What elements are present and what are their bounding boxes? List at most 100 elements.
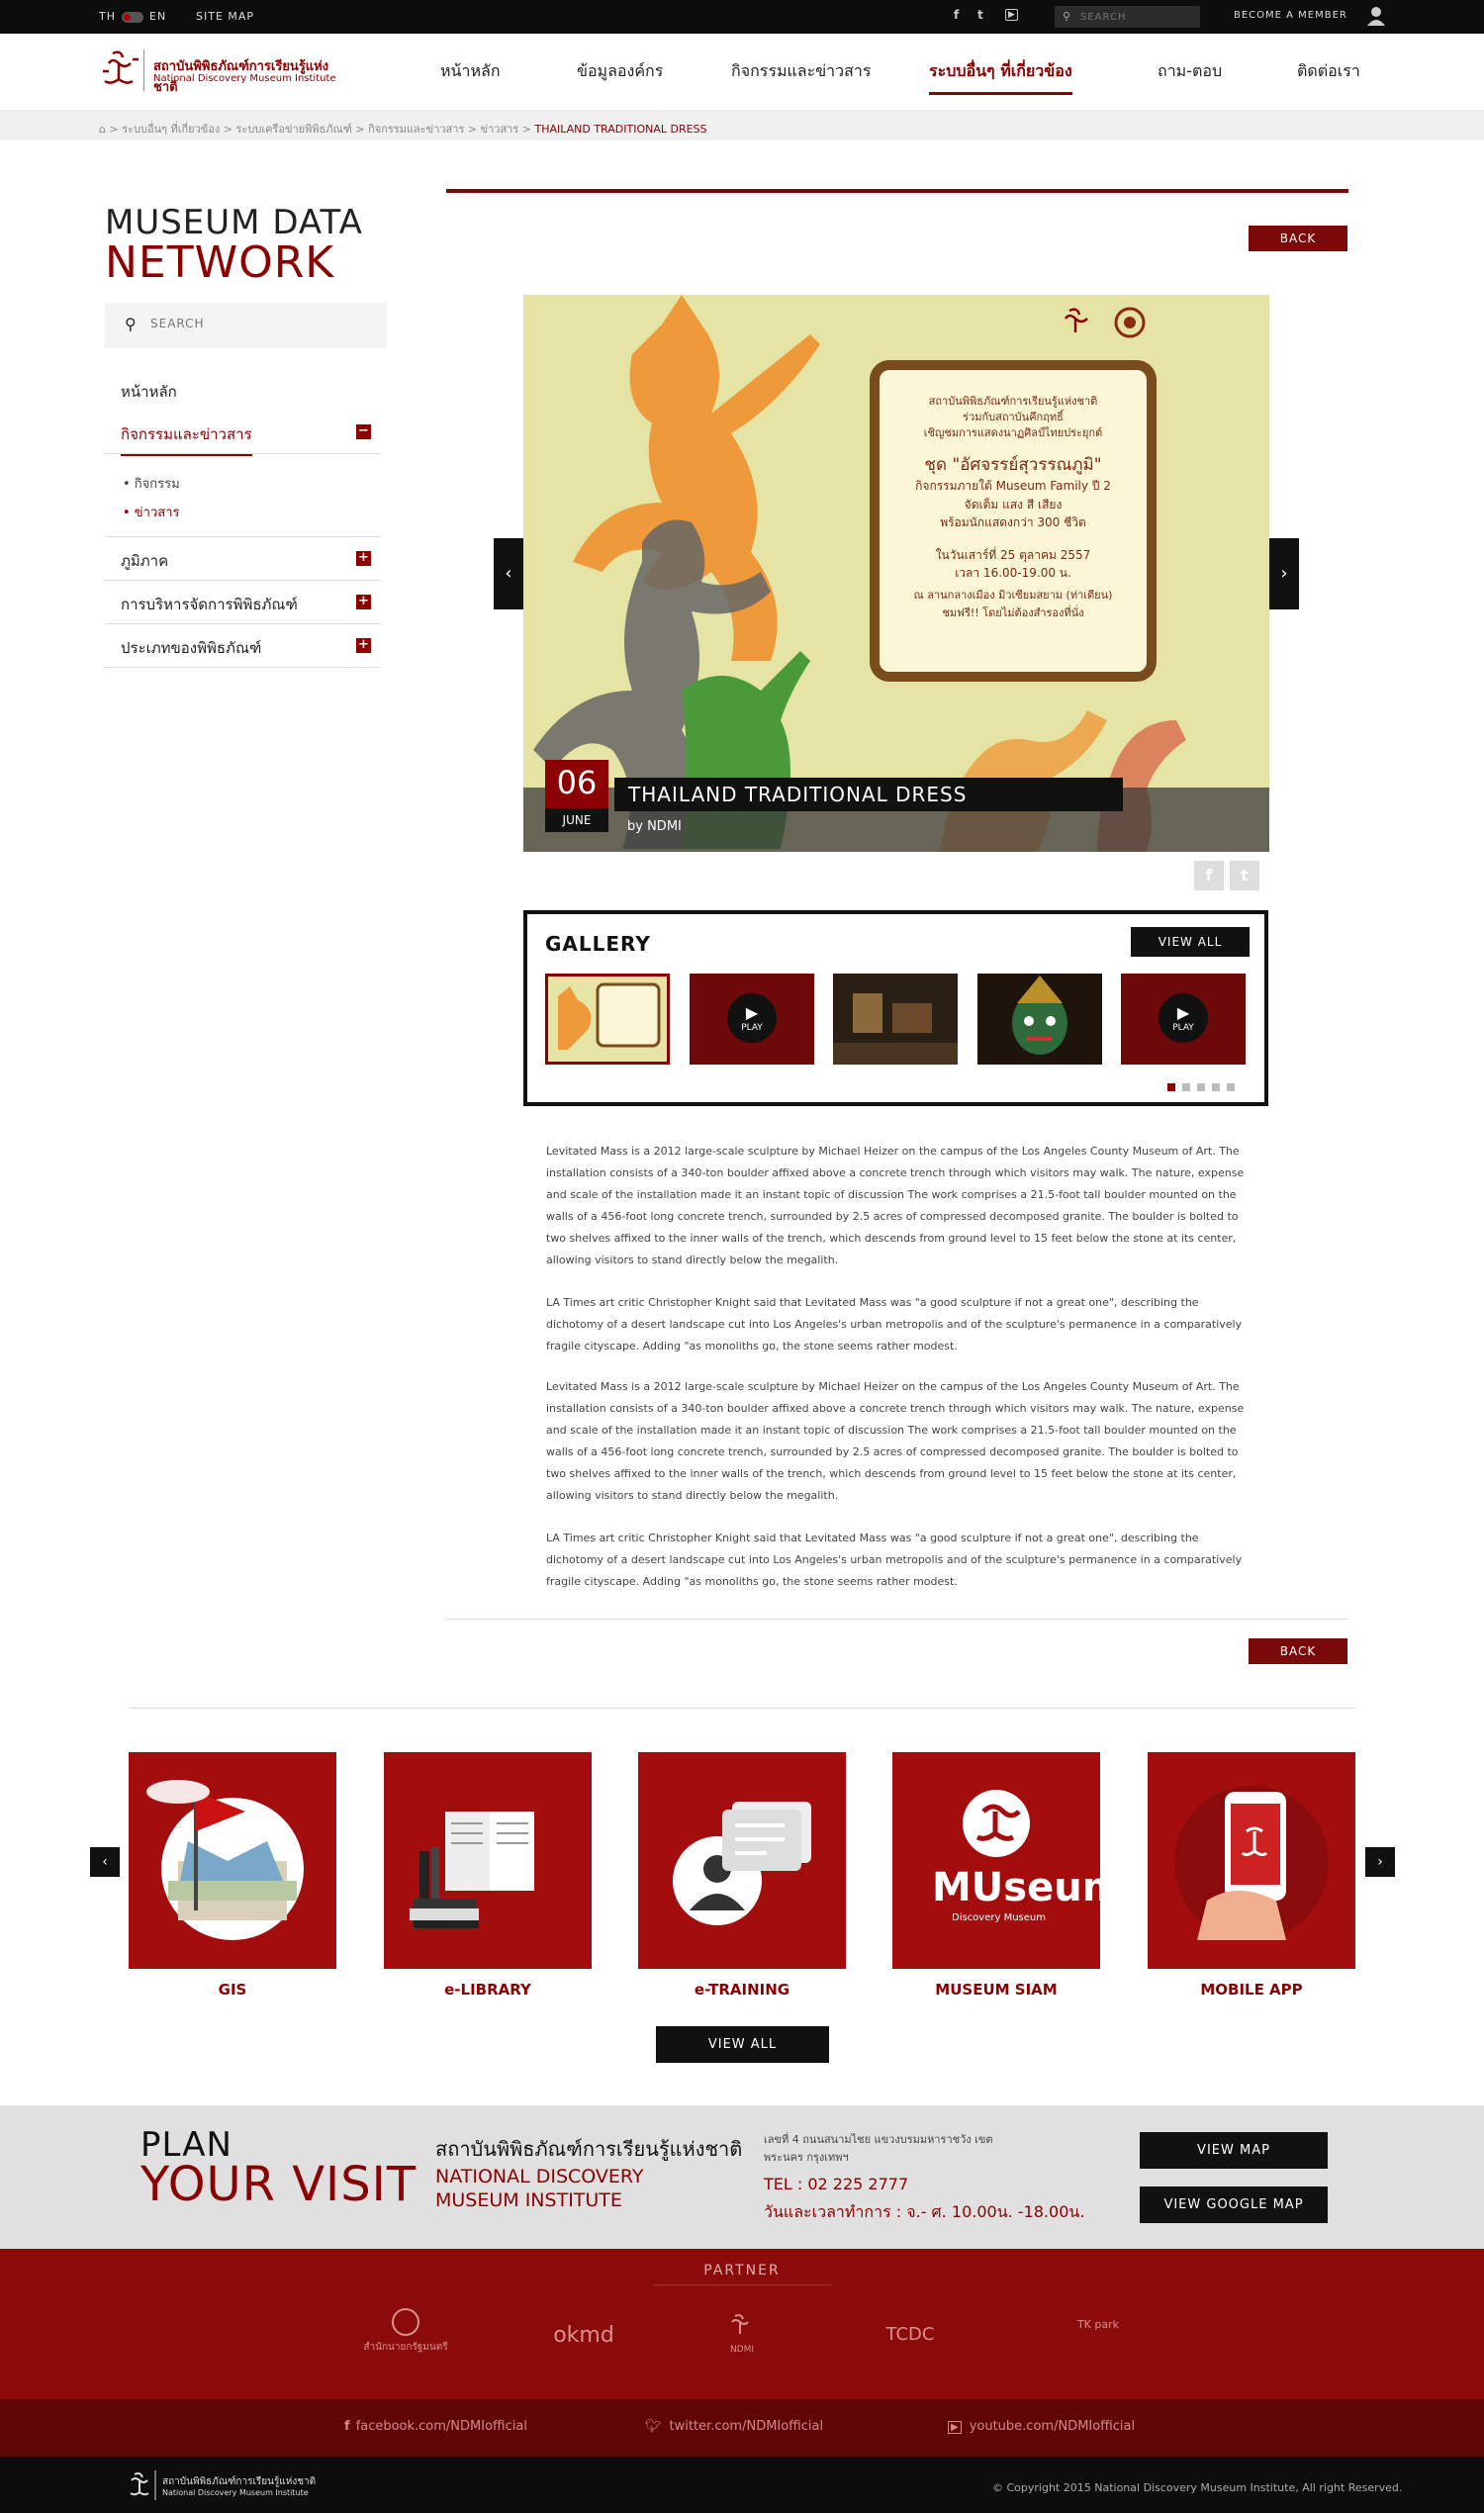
back-button-bottom[interactable]: BACK — [1249, 1638, 1347, 1664]
language-switch[interactable]: TH EN — [99, 10, 166, 23]
poster-line: กิจกรรมภายใต้ Museum Family ปี 2 — [915, 479, 1111, 493]
sidebar-item-label: ภูมิภาค — [121, 552, 169, 570]
tile-e-training[interactable] — [638, 1752, 846, 1969]
top-search[interactable]: ⚲ — [1055, 6, 1200, 28]
nav-related-systems[interactable]: ระบบอื่นๆ ที่เกี่ยวข้อง — [929, 59, 1072, 95]
tile-e-library[interactable] — [384, 1752, 592, 1969]
slider-next-arrow-icon[interactable]: › — [1269, 538, 1299, 609]
gallery-thumb[interactable] — [977, 974, 1102, 1065]
ndmi-logo[interactable]: สถาบันพิพิธภัณฑ์การเรียนรู้แห่งชาติ Nati… — [99, 46, 346, 95]
breadcrumb-item[interactable]: ข่าวสาร — [481, 123, 519, 136]
lang-toggle[interactable] — [122, 11, 143, 23]
slider-prev-arrow-icon[interactable]: ‹ — [494, 538, 523, 609]
sidebar-item-home[interactable]: หน้าหลัก — [105, 368, 381, 412]
plan-org-thai: สถาบันพิพิธภัณฑ์การเรียนรู้แห่งชาติ — [435, 2137, 743, 2161]
youtube-icon[interactable]: ▶ — [1005, 9, 1018, 21]
services-view-all-button[interactable]: VIEW ALL — [656, 2026, 829, 2063]
tile-museum-siam[interactable]: MUseum siam Discovery Museum — [892, 1752, 1100, 1969]
view-map-button[interactable]: VIEW MAP — [1140, 2132, 1328, 2169]
footer-logo[interactable]: สถาบันพิพิธภัณฑ์การเรียนรู้แห่งชาติ Nati… — [127, 2468, 325, 2504]
nav-activities-news[interactable]: กิจกรรมและข่าวสาร — [731, 59, 871, 84]
emblem-icon — [392, 2308, 419, 2336]
tiles-prev-arrow-icon[interactable]: ‹ — [90, 1847, 120, 1877]
breadcrumb-item[interactable]: ระบบอื่นๆ ที่เกี่ยวข้อง — [122, 123, 220, 136]
sidebar-item-museum-management[interactable]: การบริหารจัดการพิพิธภัณฑ์ + — [105, 581, 381, 624]
home-icon[interactable]: ⌂ — [99, 123, 106, 136]
breadcrumb-item[interactable]: ระบบเครือข่ายพิพิธภัณฑ์ — [236, 123, 352, 136]
gallery-panel: GALLERY VIEW ALL ▶ PLAY ▶ PLAY — [523, 910, 1268, 1106]
play-label: PLAY — [1172, 1023, 1194, 1033]
nav-faq[interactable]: ถาม-ตอบ — [1158, 59, 1222, 84]
gallery-video-thumb[interactable]: ▶ PLAY — [1121, 974, 1246, 1065]
view-google-map-button[interactable]: VIEW GOOGLE MAP — [1140, 2187, 1328, 2223]
gallery-page-dot[interactable] — [1212, 1083, 1220, 1091]
youtube-link[interactable]: ▶ youtube.com/NDMIofficial — [948, 2419, 1135, 2434]
sidebar-item-regions[interactable]: ภูมิภาค + — [105, 537, 381, 581]
gallery-thumb[interactable] — [833, 974, 958, 1065]
facebook-icon[interactable]: f — [954, 8, 959, 22]
tile-mobile-app[interactable] — [1148, 1752, 1355, 1969]
gallery-view-all-button[interactable]: VIEW ALL — [1131, 927, 1250, 957]
search-icon[interactable]: ⚲ — [1063, 10, 1070, 23]
expand-icon[interactable]: + — [356, 551, 371, 566]
tile-label[interactable]: MUSEUM SIAM — [892, 1981, 1100, 1999]
museum-siam-subline: Discovery Museum — [952, 1912, 1046, 1923]
exhibit-photo — [833, 974, 958, 1065]
sidebar-item-label: กิจกรรมและข่าวสาร — [121, 422, 252, 456]
user-icon[interactable] — [1367, 6, 1385, 26]
expand-icon[interactable]: + — [356, 638, 371, 653]
twitter-icon: 🐦︎ — [645, 2419, 662, 2434]
breadcrumb-item[interactable]: กิจกรรมและข่าวสาร — [368, 123, 464, 136]
sidebar-search-input[interactable] — [150, 317, 368, 330]
tile-label[interactable]: e-LIBRARY — [384, 1981, 592, 1999]
sitemap-link[interactable]: SITE MAP — [196, 10, 254, 23]
sidebar-subitem-news[interactable]: • ข่าวสาร — [123, 502, 180, 522]
tiles-next-arrow-icon[interactable]: › — [1365, 1847, 1395, 1877]
lang-en[interactable]: EN — [149, 10, 166, 23]
nav-home[interactable]: หน้าหลัก — [440, 59, 501, 84]
poster-line: ณ ลานกลางเมือง มิวเซียมสยาม (ท่าเตียน) — [913, 589, 1113, 602]
gallery-video-thumb[interactable]: ▶ PLAY — [690, 974, 814, 1065]
event-poster: สถาบันพิพิธภัณฑ์การเรียนรู้แห่งชาติ ร่วม… — [870, 360, 1157, 682]
play-icon[interactable]: ▶ PLAY — [1159, 993, 1208, 1043]
gallery-page-dot[interactable] — [1182, 1083, 1190, 1091]
ndmi-mark-icon — [130, 2470, 156, 2500]
become-member-link[interactable]: BECOME A MEMBER — [1234, 10, 1347, 21]
gallery-page-dot[interactable] — [1197, 1083, 1205, 1091]
search-icon[interactable]: ⚲ — [125, 315, 137, 333]
gallery-page-dot[interactable] — [1167, 1083, 1175, 1091]
twitter-link-label: twitter.com/NDMIofficial — [669, 2419, 824, 2434]
gallery-page-dot[interactable] — [1227, 1083, 1235, 1091]
tile-label[interactable]: e-TRAINING — [638, 1981, 846, 1999]
facebook-link[interactable]: f facebook.com/NDMIofficial — [344, 2419, 527, 2434]
back-button-top[interactable]: BACK — [1249, 226, 1347, 251]
top-search-input[interactable] — [1080, 9, 1194, 25]
collapse-icon[interactable]: − — [356, 424, 371, 439]
sidebar-item-activities-news[interactable]: กิจกรรมและข่าวสาร − — [105, 411, 381, 456]
share-facebook-icon[interactable]: f — [1194, 861, 1224, 890]
sidebar-item-museum-types[interactable]: ประเภทของพิพิธภัณฑ์ + — [105, 624, 381, 668]
facebook-icon: f — [344, 2419, 350, 2434]
section-divider — [129, 1708, 1355, 1709]
tile-gis[interactable] — [129, 1752, 336, 1969]
expand-icon[interactable]: + — [356, 595, 371, 609]
play-icon[interactable]: ▶ PLAY — [727, 993, 777, 1043]
youtube-icon: ▶ — [948, 2421, 962, 2434]
partner-logo-tkpark[interactable]: TK park — [1049, 2318, 1148, 2331]
twitter-icon[interactable]: t — [977, 8, 983, 22]
partner-logo-ndmi[interactable]: NDMI — [693, 2312, 791, 2355]
nav-contact[interactable]: ติดต่อเรา — [1297, 59, 1360, 84]
gallery-thumb[interactable] — [545, 974, 670, 1065]
tile-label[interactable]: MOBILE APP — [1148, 1981, 1355, 1999]
sidebar-subitem-activities[interactable]: • กิจกรรม — [123, 473, 180, 494]
partner-logo-tcdc[interactable]: TCDC — [861, 2324, 960, 2345]
sidebar-search[interactable]: ⚲ — [105, 303, 387, 348]
lang-th[interactable]: TH — [99, 10, 116, 23]
nav-about[interactable]: ข้อมูลองค์กร — [577, 59, 663, 84]
partner-logo-pm-office[interactable]: สำนักนายกรัฐมนตรี — [356, 2308, 455, 2355]
article-paragraph: Levitated Mass is a 2012 large-scale scu… — [546, 1380, 1245, 1502]
partner-logo-okmd[interactable]: okmd — [534, 2323, 633, 2348]
twitter-link[interactable]: 🐦︎ twitter.com/NDMIofficial — [645, 2419, 823, 2434]
share-twitter-icon[interactable]: t — [1230, 861, 1259, 890]
tile-label[interactable]: GIS — [129, 1981, 336, 1999]
